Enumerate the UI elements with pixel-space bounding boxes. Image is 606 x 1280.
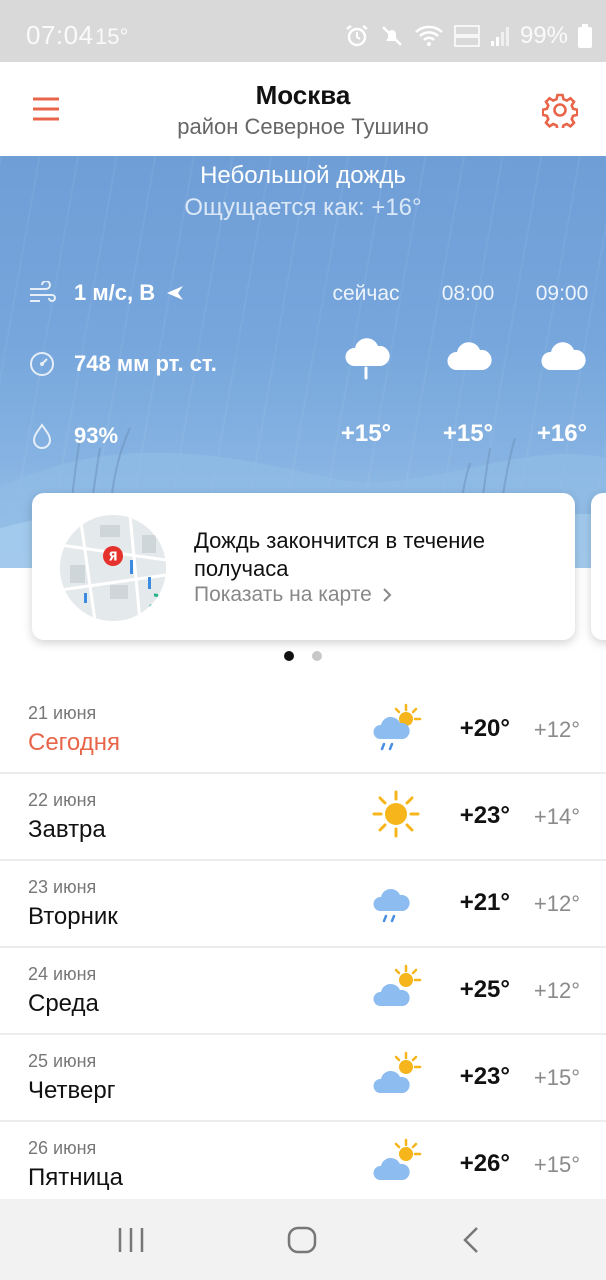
- sun-icon: [372, 790, 420, 838]
- day-max-temp: +23°: [459, 1063, 510, 1090]
- forecast-day-row[interactable]: 22 июня Завтра +23° +14°: [0, 774, 606, 861]
- status-time: 07:04: [26, 20, 94, 50]
- battery-icon: [578, 24, 592, 48]
- pressure-gauge-icon: [30, 352, 54, 376]
- forecast-day-row[interactable]: 21 июня Сегодня +20° +12°: [0, 687, 606, 774]
- volte-lte-icon: [454, 25, 480, 47]
- hourly-temp: +15°: [340, 420, 392, 447]
- map-pin-label: Я: [108, 550, 117, 564]
- forecast-day-row[interactable]: 25 июня Четверг +23° +15°: [0, 1035, 606, 1122]
- district-name[interactable]: район Северное Тушино: [0, 114, 606, 140]
- status-icons: 99%: [344, 18, 592, 54]
- recent-apps-icon: [118, 1228, 144, 1252]
- day-min-temp: +14°: [533, 804, 580, 829]
- day-name: Пятница: [28, 1164, 123, 1191]
- forecast-day-row[interactable]: 26 июня Пятница +26° +15°: [0, 1122, 606, 1209]
- forecast-day-row[interactable]: 24 июня Среда +25° +12°: [0, 948, 606, 1035]
- day-name: Завтра: [28, 816, 106, 843]
- day-max-temp: +23°: [459, 802, 510, 829]
- day-min-temp: +12°: [533, 891, 580, 916]
- humidity-metric: 93%: [28, 422, 118, 450]
- forecast-day-row[interactable]: 23 июня Вторник +21° +12°: [0, 861, 606, 948]
- pager-dot: [312, 651, 322, 661]
- weather-condition: Небольшой дождь: [200, 162, 406, 189]
- cloud-icon: [447, 342, 492, 370]
- signal-icon: [490, 27, 509, 46]
- day-min-temp: +12°: [533, 717, 580, 742]
- feels-like: Ощущается как: +16°: [184, 194, 422, 221]
- map-thumbnail[interactable]: Я: [60, 515, 166, 621]
- day-date: 25 июня: [28, 1051, 97, 1071]
- day-name: Сегодня: [28, 729, 120, 756]
- day-date: 24 июня: [28, 964, 97, 984]
- wind-value: 1 м/с, В: [74, 280, 156, 305]
- day-date: 23 июня: [28, 877, 97, 897]
- wind-icon: [30, 281, 56, 302]
- city-name[interactable]: Москва: [0, 80, 606, 111]
- day-name: Четверг: [28, 1077, 116, 1104]
- gear-icon: [541, 93, 579, 131]
- wifi-icon: [415, 25, 443, 46]
- day-date: 22 июня: [28, 790, 97, 810]
- system-nav-bar: [0, 1199, 606, 1280]
- day-max-temp: +25°: [459, 976, 510, 1003]
- next-card-peek[interactable]: [591, 493, 606, 640]
- humidity-drop-icon: [32, 423, 52, 449]
- pager-dots: [284, 651, 322, 661]
- home-button[interactable]: [282, 1223, 322, 1257]
- sun-cloud-icon: [373, 1138, 422, 1180]
- alarm-icon: [346, 25, 368, 47]
- nowcast-card[interactable]: Я Дождь закончится в течение получаса По…: [32, 493, 575, 640]
- status-temperature: 15°: [95, 24, 129, 49]
- day-min-temp: +12°: [533, 978, 580, 1003]
- cloud-icon: [541, 342, 586, 370]
- show-on-map-label: Показать на карте: [194, 583, 372, 606]
- day-name: Вторник: [28, 903, 118, 930]
- hourly-time: сейчас: [332, 282, 400, 305]
- day-max-temp: +21°: [459, 889, 510, 916]
- mute-icon: [382, 26, 402, 46]
- day-min-temp: +15°: [533, 1065, 580, 1090]
- day-max-temp: +26°: [459, 1150, 510, 1177]
- app-header: Москва район Северное Тушино: [0, 62, 606, 156]
- hourly-time: 09:00: [535, 282, 589, 305]
- home-icon: [287, 1226, 317, 1254]
- humidity-value: 93%: [74, 423, 119, 448]
- cloud-rain-icon: [345, 338, 390, 380]
- chevron-right-icon: [383, 588, 392, 602]
- back-button[interactable]: [452, 1223, 492, 1257]
- sun-cloud-icon: [373, 1051, 422, 1093]
- back-icon: [463, 1227, 478, 1253]
- day-min-temp: +15°: [533, 1152, 580, 1177]
- map-pin-icon: Я: [103, 546, 123, 566]
- sun-cloud-icon: [373, 964, 422, 1006]
- cloud-rain-icon: [373, 888, 410, 923]
- battery-percent: 99%: [519, 22, 568, 49]
- pressure-value: 748 мм рт. ст.: [74, 351, 217, 376]
- pressure-metric: 748 мм рт. ст.: [28, 350, 217, 378]
- show-on-map-link[interactable]: Показать на карте: [194, 583, 392, 607]
- sun-cloud-rain-icon: [373, 703, 422, 751]
- day-date: 26 июня: [28, 1138, 97, 1158]
- status-bar: 07:04 15° 99%: [0, 0, 606, 62]
- nowcast-text: Дождь закончится в течение получаса: [194, 528, 485, 581]
- day-date: 21 июня: [28, 703, 97, 723]
- hourly-temp: +16°: [536, 420, 588, 447]
- settings-button[interactable]: [541, 92, 579, 131]
- day-max-temp: +20°: [459, 715, 510, 742]
- recent-apps-button[interactable]: [111, 1223, 151, 1257]
- wind-direction-icon: [167, 286, 184, 300]
- pager-dot-active: [284, 651, 294, 661]
- hourly-time: 08:00: [441, 282, 495, 305]
- day-name: Среда: [28, 990, 99, 1017]
- map-preview-image: [60, 515, 166, 621]
- wind-metric: 1 м/с, В: [28, 280, 185, 306]
- hourly-temp: +15°: [442, 420, 494, 447]
